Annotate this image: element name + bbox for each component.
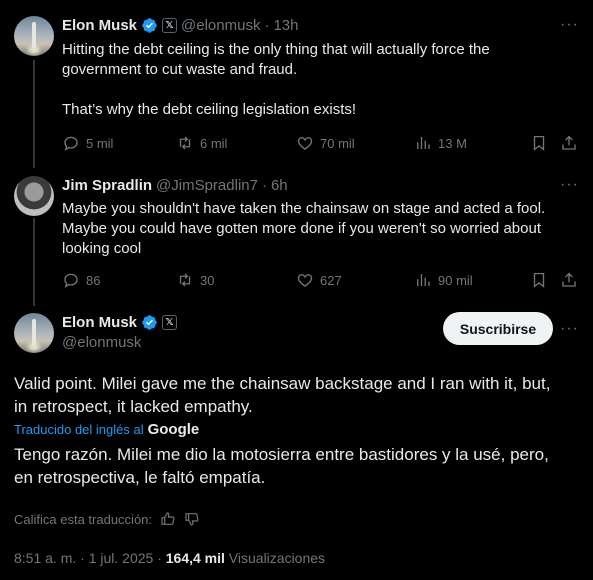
bookmark-button[interactable] [530,271,548,289]
avatar[interactable] [14,16,54,56]
views-count: 164,4 mil [165,550,225,566]
repost-icon [179,273,191,287]
translated-label: Traducido del inglés al [14,422,144,437]
verified-badge-icon [141,314,158,331]
reply-icon [64,136,78,151]
separator: · [261,177,267,194]
tweet-text: Hitting the debt ceiling is the only thi… [62,40,490,120]
translation-attribution[interactable]: Traducido del inglés al Google [14,421,199,438]
analytics-icon [417,137,430,149]
reply-icon [64,273,78,288]
views-count: 13 M [438,135,467,151]
tweet-timestamp[interactable]: 8:51 a. m. · 1 jul. 2025 · [14,550,162,566]
author-name[interactable]: Jim Spradlin [62,177,152,194]
author-handle[interactable]: @elonmusk [62,334,141,351]
tweet-header: Elon Musk 𝕏 @elonmusk · 13h [62,17,298,34]
tweet-time[interactable]: 6h [271,177,288,194]
thread-connector [33,60,35,168]
tweet-line [62,80,490,100]
like-count: 627 [320,272,342,288]
tweet-actions: 5 mil 6 mil 70 mil 13 M [62,134,579,154]
author-name[interactable]: Elon Musk [62,314,137,331]
tweet-time[interactable]: 13h [273,17,298,34]
heart-icon [297,137,313,150]
more-options-button[interactable]: ··· [560,16,579,34]
verified-badge-icon [141,17,158,34]
subscribe-button[interactable]: Suscribirse [443,312,553,345]
tweet-text: Maybe you shouldn't have taken the chain… [62,199,545,259]
tweet-line: government to cut waste and fraud. [62,61,298,78]
tweet-line: en retrospectiva, le faltó empatía. [14,468,266,487]
tweet-actions: 86 30 627 90 mil [62,271,579,291]
author-name[interactable]: Elon Musk [62,17,137,34]
repost-icon [179,136,191,150]
thumbs-up-icon[interactable] [160,511,176,527]
tweet-line: Tengo razón. Milei me dio la motosierra … [14,445,549,464]
tweet-line: Hitting the debt ceiling is the only thi… [62,41,490,58]
views-button[interactable]: 13 M [414,134,467,152]
author-handle[interactable]: @JimSpradlin7 [156,177,258,194]
repost-button[interactable]: 6 mil [176,134,227,152]
bookmark-button[interactable] [530,134,548,152]
tweet-line: That’s why the debt ceiling legislation … [62,101,357,118]
bookmark-icon [533,135,545,151]
share-button[interactable] [560,134,578,152]
avatar[interactable] [14,176,54,216]
views-button[interactable]: 90 mil [414,271,473,289]
share-icon [562,135,576,150]
reply-count: 5 mil [86,135,114,151]
main-tweet-text: Valid point. Milei gave me the chainsaw … [14,372,550,418]
bookmark-icon [533,272,545,288]
tweet-line: Maybe you could have gotten more done if… [62,220,541,237]
more-options-button[interactable]: ··· [560,176,579,194]
thread-connector [33,218,35,306]
author-handle[interactable]: @elonmusk [181,17,260,34]
analytics-icon [417,274,430,286]
repost-button[interactable]: 30 [176,271,214,289]
repost-count: 6 mil [200,135,228,151]
tweet-line: looking cool [62,240,142,257]
repost-count: 30 [200,272,215,288]
x-affiliate-badge-icon: 𝕏 [162,18,178,33]
avatar[interactable] [14,313,54,353]
like-count: 70 mil [320,135,355,151]
tweet-header: Jim Spradlin @JimSpradlin7 · 6h [62,177,288,194]
tweet-line: Maybe you shouldn't have taken the chain… [62,200,546,217]
reply-button[interactable]: 86 [62,271,100,289]
reply-count: 86 [86,272,101,288]
more-options-button[interactable]: ··· [560,320,579,338]
tweet-line: in retrospect, it lacked empathy. [14,397,253,416]
like-button[interactable]: 70 mil [296,134,355,152]
like-button[interactable]: 627 [296,271,342,289]
thumbs-down-icon[interactable] [184,511,200,527]
tweet-footer: 8:51 a. m. · 1 jul. 2025 · 164,4 mil Vis… [14,550,325,566]
translated-text: Tengo razón. Milei me dio la motosierra … [14,443,549,489]
rate-translation: Califica esta traducción: [14,511,200,527]
share-button[interactable] [560,271,578,289]
main-author-name-row: Elon Musk 𝕏 [62,314,178,331]
separator: · [264,17,270,34]
views-label: Visualizaciones [228,550,326,566]
x-affiliate-badge-icon: 𝕏 [162,315,178,330]
heart-icon [297,274,313,287]
reply-button[interactable]: 5 mil [62,134,113,152]
tweet-line: Valid point. Milei gave me the chainsaw … [14,374,551,393]
google-logo: Google [147,421,200,438]
rate-label: Califica esta traducción: [14,511,153,527]
views-count: 90 mil [438,272,473,288]
share-icon [562,272,576,287]
